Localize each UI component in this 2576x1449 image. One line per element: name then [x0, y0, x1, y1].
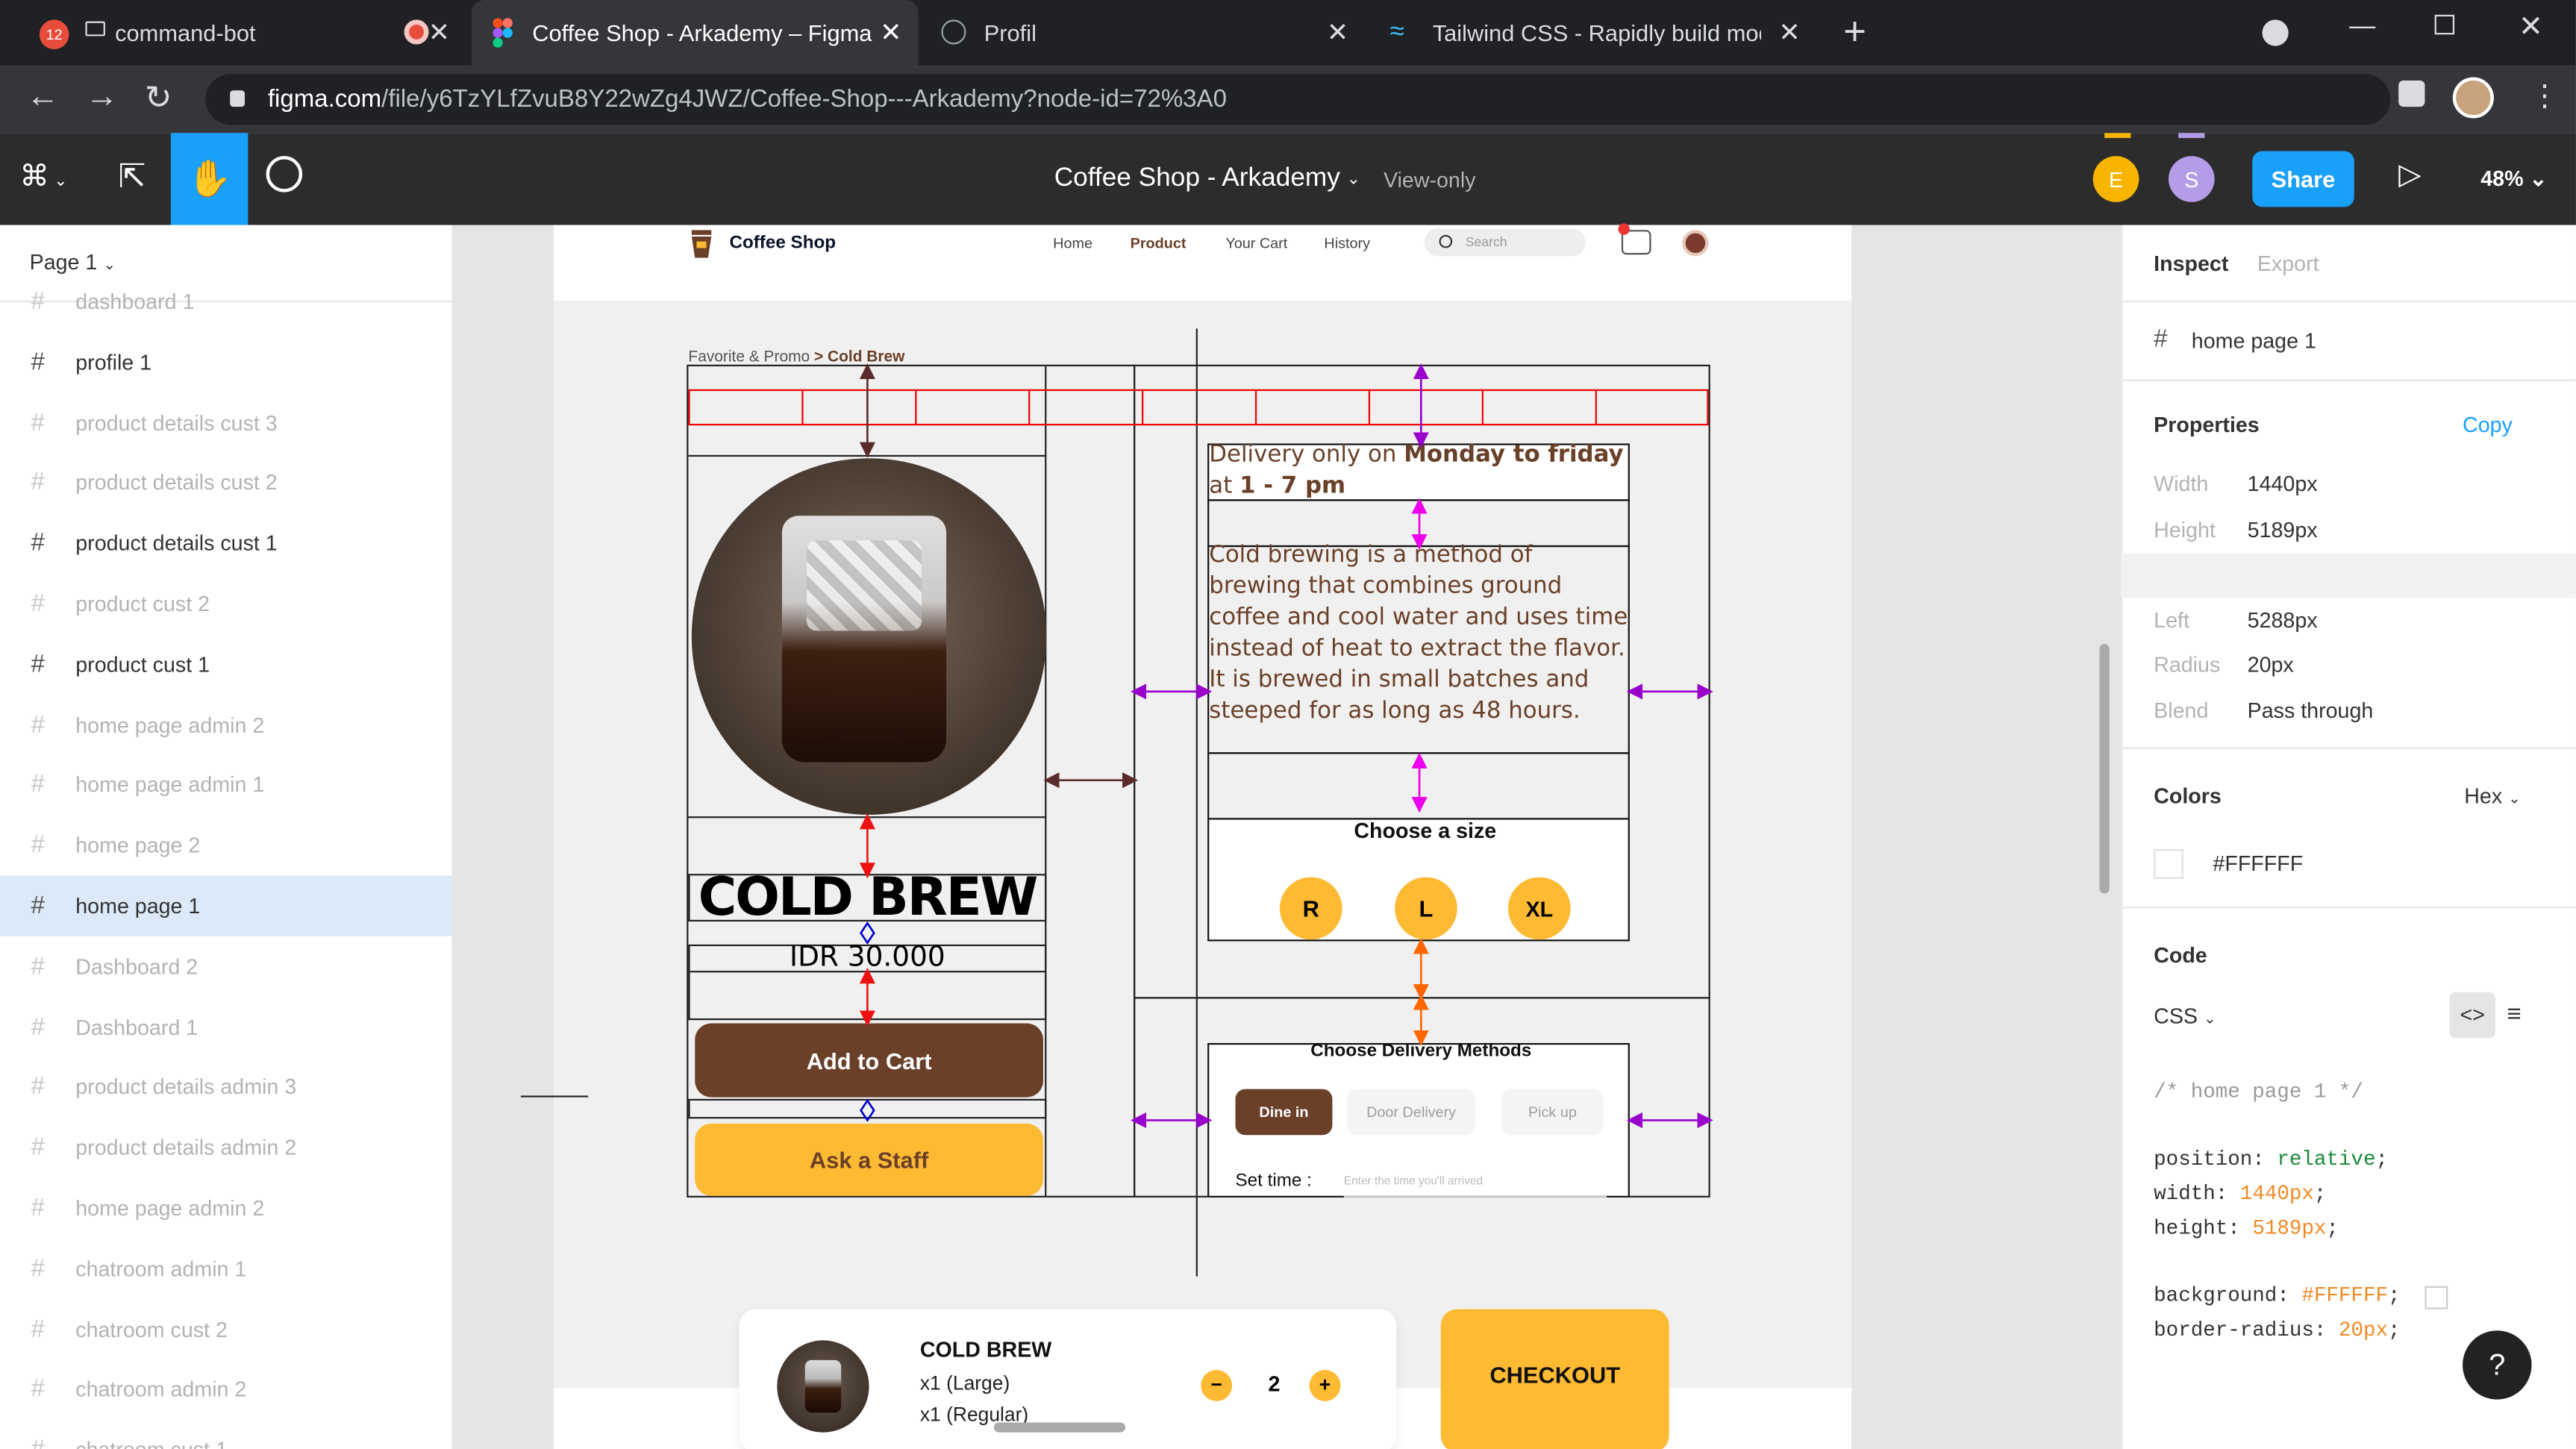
cart-item-title: COLD BREW	[919, 1337, 1052, 1362]
tab-inspect[interactable]: Inspect	[2154, 251, 2228, 276]
colors-title: Colors	[2154, 783, 2222, 809]
code-prop: height	[2154, 1217, 2228, 1241]
code-prop: background	[2154, 1284, 2278, 1308]
code-val: relative	[2277, 1148, 2376, 1171]
code-language-select[interactable]: CSS ⌄	[2154, 1004, 2216, 1028]
copy-properties-button[interactable]: Copy	[2463, 413, 2513, 437]
spacing-diamond-marker	[859, 921, 875, 1122]
code-line: border-radius: 20px;	[2154, 1318, 2401, 1342]
property-value[interactable]: 5189px	[2248, 516, 2318, 541]
qty-value: 2	[1268, 1371, 1281, 1397]
qty-minus-button[interactable]: −	[1201, 1370, 1233, 1401]
selected-layer-name: home page 1	[2191, 328, 2316, 354]
color-format-value: Hex	[2464, 783, 2503, 809]
cart-item-thumbnail	[777, 1340, 869, 1433]
code-val: 5189px	[2252, 1217, 2327, 1241]
property-value[interactable]: Pass through	[2248, 698, 2374, 722]
property-value[interactable]: 1440px	[2248, 472, 2318, 496]
code-val: #FFFFFF	[2301, 1284, 2388, 1308]
tab-export[interactable]: Export	[2257, 251, 2319, 276]
figma-app-window: 12 command-bot ✕ Coffee Shop - Arkademy …	[0, 0, 2576, 1449]
vertical-scrollbar[interactable]	[2099, 643, 2110, 894]
color-format-select[interactable]: Hex ⌄	[2464, 783, 2521, 808]
color-swatch[interactable]	[2154, 849, 2183, 879]
horizontal-scrollbar[interactable]	[993, 1422, 1126, 1433]
inspect-panel: Inspect Export # home page 1 Properties …	[2121, 225, 2576, 1449]
code-comment: /* home page 1 */	[2154, 1080, 2363, 1104]
code-line: width: 1440px;	[2154, 1183, 2327, 1206]
divider	[2122, 747, 2576, 749]
code-prop: position	[2154, 1148, 2253, 1171]
code-view-icon[interactable]: <>	[2449, 992, 2496, 1039]
code-title: Code	[2154, 942, 2207, 968]
properties-title: Properties	[2154, 412, 2260, 437]
property-label: Left	[2154, 607, 2189, 632]
code-prop: border-radius	[2154, 1318, 2314, 1342]
property-value[interactable]: 5288px	[2248, 607, 2318, 631]
code-language-value: CSS	[2154, 1004, 2198, 1029]
property-label: Width	[2154, 471, 2209, 496]
property-label: Height	[2154, 516, 2216, 542]
code-line: background: #FFFFFF;	[2154, 1284, 2401, 1308]
code-val: 20px	[2338, 1318, 2389, 1342]
thumbnail-glass	[804, 1359, 842, 1413]
divider	[2122, 907, 2576, 909]
divider	[2122, 300, 2576, 303]
qty-plus-button[interactable]: +	[1309, 1370, 1341, 1401]
frame-hash-icon: #	[2154, 325, 2168, 354]
cart-item-line-1: x1 (Large)	[919, 1371, 1010, 1395]
property-value[interactable]: 20px	[2248, 652, 2294, 677]
code-val: 1440px	[2239, 1183, 2314, 1206]
code-prop: width	[2154, 1183, 2216, 1206]
list-view-icon[interactable]: ≡	[2507, 1001, 2521, 1028]
divider	[2122, 379, 2576, 381]
code-line: height: 5189px;	[2154, 1217, 2339, 1241]
property-label: Blend	[2154, 697, 2209, 722]
help-button[interactable]: ?	[2463, 1330, 2532, 1400]
hover-highlight-row	[2121, 553, 2576, 598]
code-line: position: relative;	[2154, 1148, 2389, 1171]
checkout-button[interactable]: CHECKOUT	[1440, 1309, 1669, 1449]
color-hex-value[interactable]: #FFFFFF	[2213, 851, 2303, 875]
property-label: Radius	[2154, 651, 2221, 677]
code-color-swatch	[2425, 1286, 2448, 1309]
